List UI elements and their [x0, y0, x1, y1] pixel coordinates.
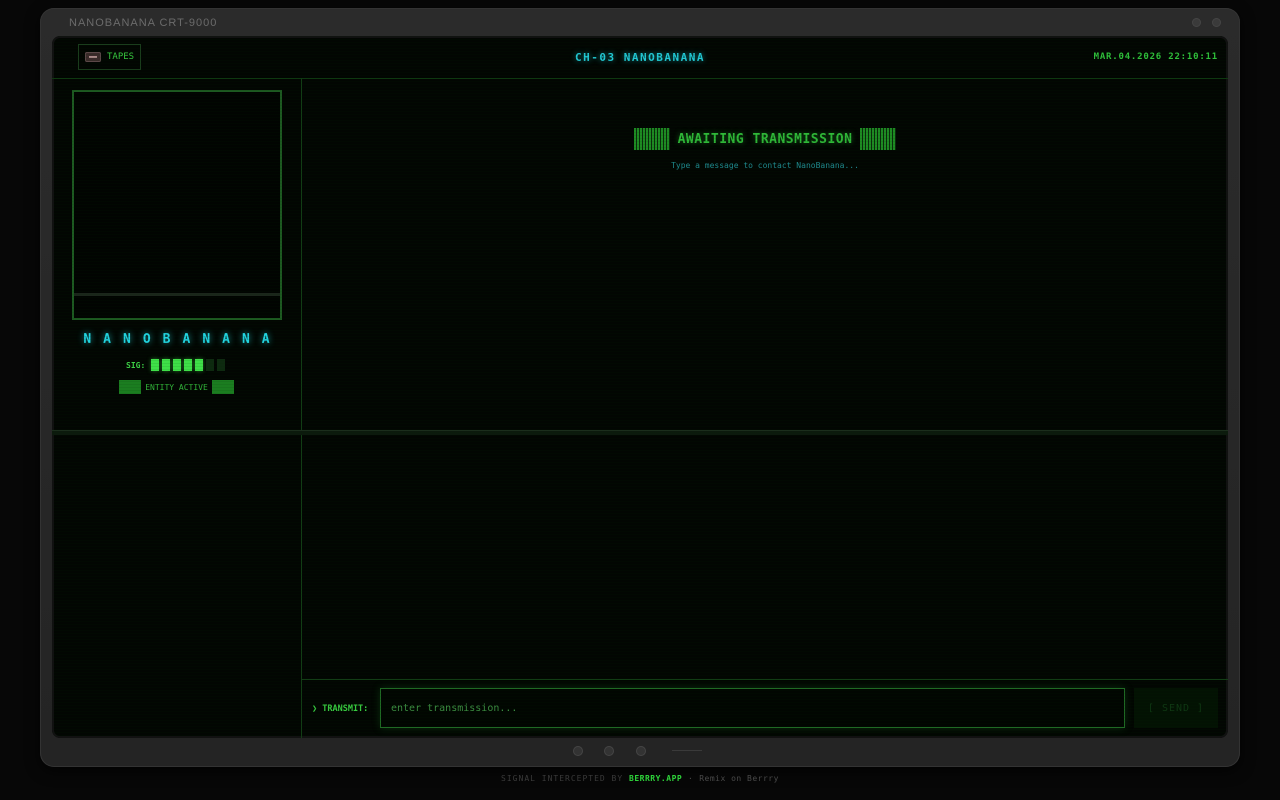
awaiting-hint: Type a message to contact NanoBanana... — [671, 161, 859, 170]
crt-monitor: NANOBANANA CRT-9000 TAPES CH-03 NANOBANA… — [40, 8, 1240, 767]
speaker-grille — [672, 750, 702, 751]
awaiting-banner: AWAITING TRANSMISSION — [302, 128, 1228, 150]
signal-meter: SIG: — [126, 359, 226, 371]
entity-name: NANOBANANA — [83, 332, 282, 347]
transmission-input[interactable] — [380, 688, 1125, 728]
status-text: ENTITY ACTIVE — [145, 382, 208, 392]
signal-bar — [217, 359, 226, 371]
signal-bar — [151, 359, 160, 371]
signal-bar — [173, 359, 182, 371]
signal-bar — [184, 359, 193, 371]
signal-bar — [195, 359, 204, 371]
entity-sidebar: NANOBANANA SIG: ENTITY ACTIVE — [52, 78, 302, 738]
dither-block-right — [860, 128, 897, 150]
footer: SIGNAL INTERCEPTED BY BERRRY.APP · Remix… — [0, 774, 1280, 783]
signal-bars — [151, 359, 226, 371]
monitor-brand: NANOBANANA CRT-9000 — [69, 17, 218, 29]
footer-remix-link[interactable]: Remix on Berrry — [699, 774, 779, 783]
status-block-left — [119, 380, 142, 394]
footer-separator: · — [688, 774, 694, 783]
transmit-label: ❯ TRANSMIT: — [312, 704, 369, 714]
status-block-right — [211, 380, 234, 394]
signal-bar — [162, 359, 171, 371]
scan-divider — [52, 430, 1228, 435]
footer-app-link[interactable]: BERRRY.APP — [629, 774, 682, 783]
awaiting-title: AWAITING TRANSMISSION — [677, 131, 853, 147]
crt-screen: TAPES CH-03 NANOBANANA MAR.04.2026 22:10… — [52, 36, 1228, 738]
entity-portrait — [72, 90, 282, 320]
dial-knob-2-icon[interactable] — [604, 746, 614, 756]
footer-prefix: SIGNAL INTERCEPTED BY — [501, 774, 624, 783]
settings-knob-icon[interactable] — [1212, 18, 1221, 27]
datetime-display: MAR.04.2026 22:10:11 — [1093, 52, 1218, 62]
dial-knob-1-icon[interactable] — [573, 746, 583, 756]
send-button[interactable]: [ SEND ] — [1134, 688, 1218, 728]
signal-label: SIG: — [126, 360, 146, 370]
channel-title: CH-03 NANOBANANA — [575, 51, 705, 64]
signal-bar — [206, 359, 215, 371]
entity-status: ENTITY ACTIVE — [52, 380, 301, 394]
transmit-bar: ❯ TRANSMIT: [ SEND ] — [302, 679, 1228, 738]
top-bar: TAPES CH-03 NANOBANANA MAR.04.2026 22:10… — [52, 36, 1228, 79]
dither-block-left — [633, 128, 670, 150]
dial-knob-3-icon[interactable] — [636, 746, 646, 756]
power-knob-icon[interactable] — [1192, 18, 1201, 27]
